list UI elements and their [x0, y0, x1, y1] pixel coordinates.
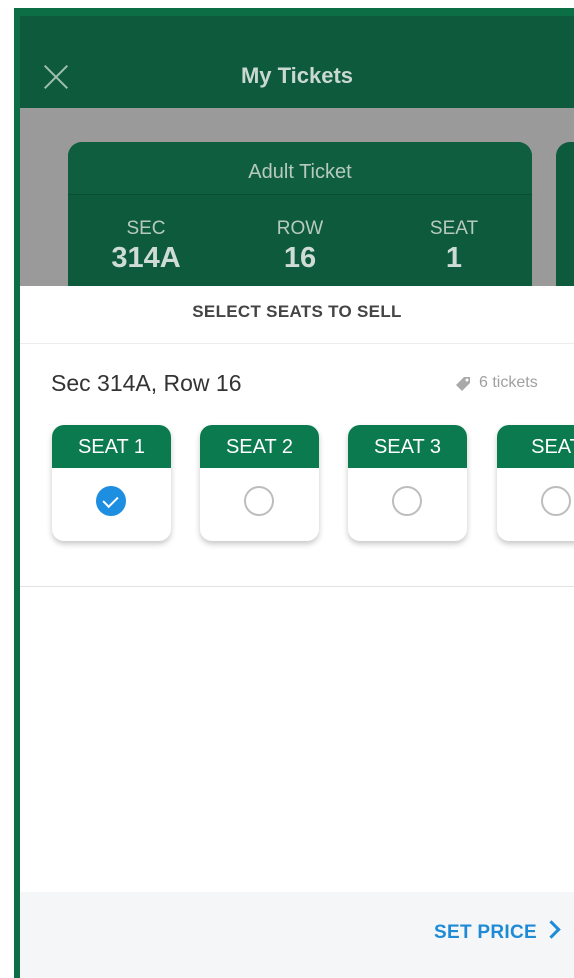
seat-option-2[interactable]: SEAT 2	[200, 425, 319, 541]
seat-option-label: SEAT 2	[200, 425, 319, 468]
radio-button[interactable]	[392, 486, 422, 516]
tag-icon	[456, 377, 470, 391]
sec-label: SEC	[126, 218, 166, 239]
check-icon[interactable]	[96, 486, 126, 516]
seat-option-label: SEAT 1	[52, 425, 171, 468]
sell-sheet: SELECT SEATS TO SELL Sec 314A, Row 16 6 …	[20, 286, 574, 978]
seat-location: Sec 314A, Row 16	[51, 370, 242, 396]
row-value: 16	[283, 242, 317, 274]
set-price-button[interactable]: SET PRICE	[434, 920, 561, 944]
ticket-card: Adult Ticket SEC 314A ROW 16 SEAT 1	[68, 142, 532, 292]
radio-button[interactable]	[244, 486, 274, 516]
sheet-title: SELECT SEATS TO SELL	[20, 286, 574, 344]
window-border-top	[14, 8, 574, 16]
ticket-type: Adult Ticket	[68, 142, 532, 195]
seat-option-4[interactable]: SEAT	[497, 425, 574, 541]
page-title: My Tickets	[240, 63, 354, 88]
seat-option-label: SEAT 3	[348, 425, 467, 468]
seat-option-label: SEAT	[497, 425, 574, 468]
divider	[20, 586, 574, 587]
row-stat: ROW 16	[240, 218, 360, 275]
chevron-right-icon	[542, 920, 561, 939]
seat-value: 1	[445, 242, 463, 274]
seat-option-3[interactable]: SEAT 3	[348, 425, 467, 541]
next-ticket-card[interactable]	[556, 142, 574, 292]
sec-value: 314A	[111, 242, 181, 274]
radio-button[interactable]	[541, 486, 571, 516]
ticket-count: 6 tickets	[479, 374, 538, 391]
app-screen: My Tickets Adult Ticket SEC 314A ROW 16 …	[20, 16, 574, 978]
seat-option-1[interactable]: SEAT 1	[52, 425, 171, 541]
header-bar: My Tickets	[20, 16, 574, 108]
seat-label: SEAT	[429, 218, 479, 239]
seat-stat: SEAT 1	[394, 218, 514, 275]
footer-bar: SET PRICE	[20, 892, 574, 978]
row-label: ROW	[276, 218, 324, 239]
sec-stat: SEC 314A	[86, 218, 206, 275]
set-price-label: SET PRICE	[434, 922, 537, 943]
